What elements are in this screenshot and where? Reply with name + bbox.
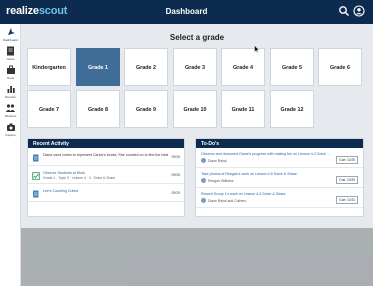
sidebar-item-students[interactable]: Students bbox=[0, 103, 21, 123]
sidebar-item-reports[interactable]: Reports bbox=[0, 84, 21, 104]
activity-row[interactable]: Observe Students at Work Grade 1 · Topic… bbox=[28, 167, 184, 184]
todo-row[interactable]: Record Group 1's work on Lesson 4-3 Solv… bbox=[196, 189, 363, 208]
checkbox-icon bbox=[32, 172, 40, 180]
todo-row[interactable]: Observe and document Diane's progress wi… bbox=[196, 149, 363, 168]
sidebar-item-tools[interactable]: Tools bbox=[0, 65, 21, 85]
due-date-badge: Due: 10/31 bbox=[336, 196, 358, 204]
activity-date: 09/26 bbox=[171, 155, 181, 159]
toolbox-icon bbox=[6, 65, 15, 74]
activity-text: Diane used cubes to represent Carlos's b… bbox=[43, 153, 170, 157]
activity-title: Lee's Counting Cubes bbox=[43, 189, 79, 193]
grade-tile-label: Grade 2 bbox=[135, 65, 157, 71]
grade-tile-label: Grade 12 bbox=[280, 107, 304, 113]
bar-chart-icon bbox=[7, 86, 15, 93]
sidebar-item-label: Reports bbox=[5, 95, 16, 99]
grade-tile-grade-1[interactable]: Grade 1 bbox=[76, 48, 120, 86]
todo-assignee: Diane Rahal bbox=[208, 159, 227, 163]
sidebar-item-label: Students bbox=[4, 114, 17, 118]
todo-assignee: Reegan Williams bbox=[208, 179, 234, 183]
grade-tile-grade-9[interactable]: Grade 9 bbox=[124, 90, 168, 128]
recent-activity-heading: Recent Activity bbox=[28, 139, 184, 148]
grade-tile-grade-2[interactable]: Grade 2 bbox=[124, 48, 168, 86]
activity-row[interactable]: Lee's Counting Cubes 09/25 bbox=[28, 185, 184, 202]
grade-tile-grade-3[interactable]: Grade 3 bbox=[173, 48, 217, 86]
todo-assignee: Diane Rahal and Cothers bbox=[208, 199, 247, 203]
activity-subtitle: Grade 1 · Topic 3 · Lesson 4 · 3 · Solve… bbox=[43, 176, 116, 180]
sidebar-item-label: Dashboard bbox=[3, 38, 18, 42]
user-account-icon[interactable] bbox=[353, 5, 365, 17]
todo-title: Record Group 1's work on Lesson 4-3 Solv… bbox=[201, 192, 287, 196]
grade-tile-grade-7[interactable]: Grade 7 bbox=[27, 90, 71, 128]
activity-title: Observe Students at Work bbox=[43, 171, 86, 175]
sidebar: Dashboard Notes Tools Reports Students C… bbox=[0, 24, 21, 286]
compass-icon bbox=[7, 28, 15, 35]
avatar bbox=[201, 178, 206, 183]
activity-date: 09/26 bbox=[171, 173, 181, 177]
grade-tile-label: Grade 10 bbox=[183, 107, 207, 113]
todo-row[interactable]: Take photos of Reegan's work on Lesson 4… bbox=[196, 169, 363, 188]
avatar bbox=[201, 198, 206, 203]
grade-tile-label: Kindergarten bbox=[32, 65, 66, 71]
activity-date: 09/25 bbox=[171, 191, 181, 195]
grade-tile-grade-10[interactable]: Grade 10 bbox=[173, 90, 217, 128]
camera-icon bbox=[6, 123, 15, 131]
avatar bbox=[201, 158, 206, 163]
due-date-badge: Due: 10/29 bbox=[336, 156, 358, 164]
sidebar-item-capture[interactable]: Capture bbox=[0, 122, 21, 142]
due-date-badge: Due: 10/29 bbox=[336, 176, 358, 184]
sidebar-item-label: Capture bbox=[5, 133, 16, 137]
grade-tile-label: Grade 3 bbox=[184, 65, 206, 71]
activity-row[interactable]: Diane used cubes to represent Carlos's b… bbox=[28, 149, 184, 166]
mouse-cursor-icon bbox=[254, 40, 260, 53]
grade-tile-grade-8[interactable]: Grade 8 bbox=[76, 90, 120, 128]
sidebar-item-label: Notes bbox=[6, 57, 15, 61]
document-icon bbox=[32, 154, 40, 162]
grade-tile-label: Grade 8 bbox=[87, 107, 109, 113]
grade-tile-grade-12[interactable]: Grade 12 bbox=[270, 90, 314, 128]
grade-tile-label: Grade 7 bbox=[38, 107, 60, 113]
todo-title: Take photos of Reegan's work on Lesson 4… bbox=[201, 172, 298, 176]
todos-heading: To-Do's bbox=[196, 139, 363, 148]
select-grade-heading: Select a grade bbox=[169, 33, 225, 42]
grade-tile-grade-11[interactable]: Grade 11 bbox=[221, 90, 265, 128]
grade-tile-grade-6[interactable]: Grade 6 bbox=[318, 48, 362, 86]
grade-tile-grade-4[interactable]: Grade 4 bbox=[221, 48, 265, 86]
grade-tile-grade-5[interactable]: Grade 5 bbox=[270, 48, 314, 86]
disabled-overlay bbox=[21, 228, 373, 286]
grade-tile-label: Grade 11 bbox=[231, 107, 255, 113]
todo-title: Observe and document Diane's progress wi… bbox=[201, 152, 330, 156]
page-title: Dashboard bbox=[165, 7, 208, 16]
sidebar-item-dashboard[interactable]: Dashboard bbox=[0, 27, 21, 47]
todos-panel: To-Do's Observe and document Diane's pro… bbox=[195, 138, 364, 217]
grade-tile-label: Grade 9 bbox=[135, 107, 157, 113]
students-icon bbox=[5, 104, 16, 112]
recent-activity-panel: Recent Activity Diane used cubes to repr… bbox=[27, 138, 185, 217]
sidebar-item-label: Tools bbox=[6, 76, 14, 80]
grade-tile-label: Grade 6 bbox=[329, 65, 351, 71]
top-bar: realizescout Dashboard bbox=[0, 0, 373, 24]
grade-tile-label: Grade 1 bbox=[87, 65, 109, 71]
grade-tile-kindergarten[interactable]: Kindergarten bbox=[27, 48, 71, 86]
grade-tile-label: Grade 4 bbox=[232, 65, 254, 71]
grade-tile-label: Grade 5 bbox=[281, 65, 303, 71]
document-icon bbox=[32, 190, 40, 198]
sidebar-item-notes[interactable]: Notes bbox=[0, 46, 21, 66]
notes-icon bbox=[7, 46, 14, 56]
search-icon[interactable] bbox=[338, 5, 350, 17]
